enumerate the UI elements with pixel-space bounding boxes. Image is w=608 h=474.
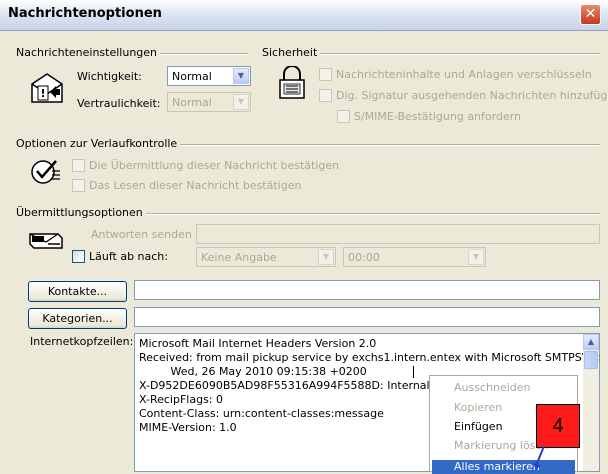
sensitivity-select[interactable]: Normal ▼	[167, 92, 251, 112]
chevron-down-icon[interactable]: ▼	[318, 249, 334, 265]
expires-time-value: 00:00	[348, 251, 380, 264]
sign-label: Dig. Signatur ausgehenden Nachrichten hi…	[336, 89, 608, 102]
expires-date-select[interactable]: Keine Angabe ▼	[196, 247, 336, 267]
smime-checkbox[interactable]	[337, 110, 350, 123]
svg-text:!: !	[40, 87, 45, 100]
header-line: Microsoft Mail Internet Headers Version …	[139, 337, 377, 350]
importance-select[interactable]: Normal ▼	[167, 66, 251, 86]
annotation-arrow-icon	[532, 446, 548, 472]
envelope-delivery-icon	[28, 228, 64, 252]
text-cursor	[413, 366, 414, 378]
expires-time-select[interactable]: 00:00 ▼	[343, 247, 486, 267]
delivery-receipt-checkbox[interactable]	[72, 159, 85, 172]
lock-icon	[276, 66, 308, 100]
close-button[interactable]: ✕	[580, 4, 601, 25]
delivery-options-heading: Übermittlungsoptionen	[16, 206, 146, 219]
checkmark-tracking-icon	[30, 157, 62, 187]
expires-date-value: Keine Angabe	[201, 251, 277, 264]
header-line: X-RecipFlags: 0	[139, 393, 223, 406]
message-settings-heading: Nachrichteneinstellungen	[16, 46, 161, 59]
menu-item-copy[interactable]: Kopieren	[454, 401, 502, 414]
chevron-down-icon[interactable]: ▼	[468, 249, 484, 265]
title-bar: Nachrichtenoptionen ✕	[0, 0, 608, 31]
expires-label: Läuft ab nach:	[89, 250, 168, 263]
reply-to-label: Antworten senden an:	[91, 228, 213, 241]
annotation-badge: 4	[536, 404, 580, 448]
contacts-field[interactable]	[134, 280, 600, 300]
importance-value: Normal	[172, 70, 212, 83]
menu-item-paste[interactable]: Einfügen	[454, 420, 503, 433]
window-title: Nachrichtenoptionen	[8, 6, 162, 21]
tracking-heading: Optionen zur Verlaufkontrolle	[16, 137, 181, 150]
chevron-up-icon[interactable]: ▲	[583, 334, 599, 350]
smime-label: S/MIME-Bestätigung anfordern	[354, 110, 522, 123]
header-line: Content-Class: urn:content-classes:messa…	[139, 407, 384, 420]
headers-scrollbar[interactable]: ▲	[583, 334, 599, 471]
read-receipt-checkbox[interactable]	[72, 179, 85, 192]
chevron-down-icon[interactable]: ▼	[233, 68, 249, 84]
sensitivity-value: Normal	[172, 96, 212, 109]
security-heading: Sicherheit	[262, 46, 321, 59]
sensitivity-label: Vertraulichkeit:	[77, 97, 161, 110]
reply-to-field[interactable]	[196, 224, 600, 244]
encrypt-checkbox[interactable]	[319, 68, 332, 81]
read-receipt-label: Das Lesen dieser Nachricht bestätigen	[89, 179, 302, 192]
header-line: Received: from mail pickup service by ex…	[139, 351, 601, 364]
importance-label: Wichtigkeit:	[77, 70, 142, 83]
contacts-button[interactable]: Kontakte...	[28, 281, 127, 302]
sign-checkbox[interactable]	[319, 89, 332, 102]
menu-item-select-all[interactable]: Alles markieren	[454, 460, 540, 473]
headers-label: Internetkopfzeilen:	[30, 335, 134, 348]
header-line: Wed, 26 May 2010 09:15:38 +0200	[139, 365, 367, 378]
scroll-thumb[interactable]	[584, 351, 598, 369]
header-line: MIME-Version: 1.0	[139, 421, 237, 434]
chevron-down-icon[interactable]: ▼	[233, 94, 249, 110]
categories-button[interactable]: Kategorien...	[28, 308, 127, 329]
expires-checkbox[interactable]	[72, 250, 85, 263]
envelope-importance-icon: !	[30, 72, 64, 104]
header-line: X-D952DE6090B5AD98F55316A994F5588D: Inte…	[139, 379, 430, 392]
categories-field[interactable]	[134, 307, 600, 327]
delivery-receipt-label: Die Übermittlung dieser Nachricht bestät…	[89, 159, 340, 172]
menu-item-cut[interactable]: Ausschneiden	[454, 381, 531, 394]
encrypt-label: Nachrichteninhalte und Anlagen verschlüs…	[336, 68, 592, 81]
